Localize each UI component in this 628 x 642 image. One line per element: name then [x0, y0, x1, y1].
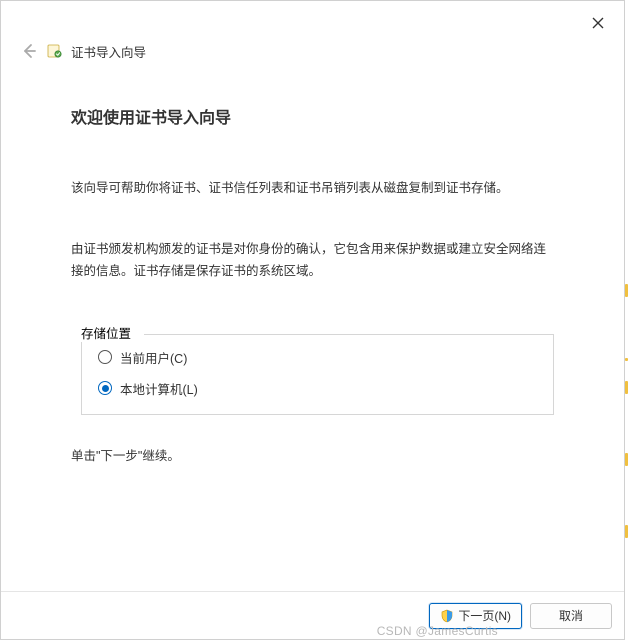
main-heading: 欢迎使用证书导入向导 [71, 104, 554, 128]
shield-icon [440, 609, 454, 623]
arrow-left-icon [21, 43, 37, 59]
radio-local-machine-label: 本地计算机(L) [120, 379, 198, 398]
close-icon [592, 17, 604, 29]
radio-local-machine[interactable]: 本地计算机(L) [98, 379, 537, 398]
storage-group-label: 存储位置 [81, 323, 135, 342]
radio-icon [98, 350, 112, 364]
next-button[interactable]: 下一页(N) [429, 603, 522, 629]
storage-location-group: 存储位置 当前用户(C) 本地计算机(L) [81, 322, 554, 415]
cancel-button[interactable]: 取消 [530, 603, 612, 629]
back-button[interactable] [19, 41, 39, 61]
radio-current-user-label: 当前用户(C) [120, 348, 187, 367]
title-bar [1, 1, 624, 41]
radio-current-user[interactable]: 当前用户(C) [98, 348, 537, 367]
cancel-button-label: 取消 [559, 607, 583, 624]
wizard-dialog: 证书导入向导 欢迎使用证书导入向导 该向导可帮助你将证书、证书信任列表和证书吊销… [0, 0, 625, 640]
continue-hint: 单击"下一步"继续。 [71, 445, 554, 464]
next-button-label: 下一页(N) [458, 607, 511, 624]
close-button[interactable] [584, 9, 612, 37]
certificate-icon [47, 43, 63, 59]
dialog-footer: 下一页(N) 取消 [1, 591, 624, 639]
radio-icon-selected [98, 381, 112, 395]
intro-paragraph-1: 该向导可帮助你将证书、证书信任列表和证书吊销列表从磁盘复制到证书存储。 [71, 178, 554, 199]
header-row: 证书导入向导 [1, 41, 624, 69]
wizard-title: 证书导入向导 [71, 42, 146, 61]
content-area: 欢迎使用证书导入向导 该向导可帮助你将证书、证书信任列表和证书吊销列表从磁盘复制… [1, 69, 624, 591]
intro-paragraph-2: 由证书颁发机构颁发的证书是对你身份的确认，它包含用来保护数据或建立安全网络连接的… [71, 239, 554, 282]
